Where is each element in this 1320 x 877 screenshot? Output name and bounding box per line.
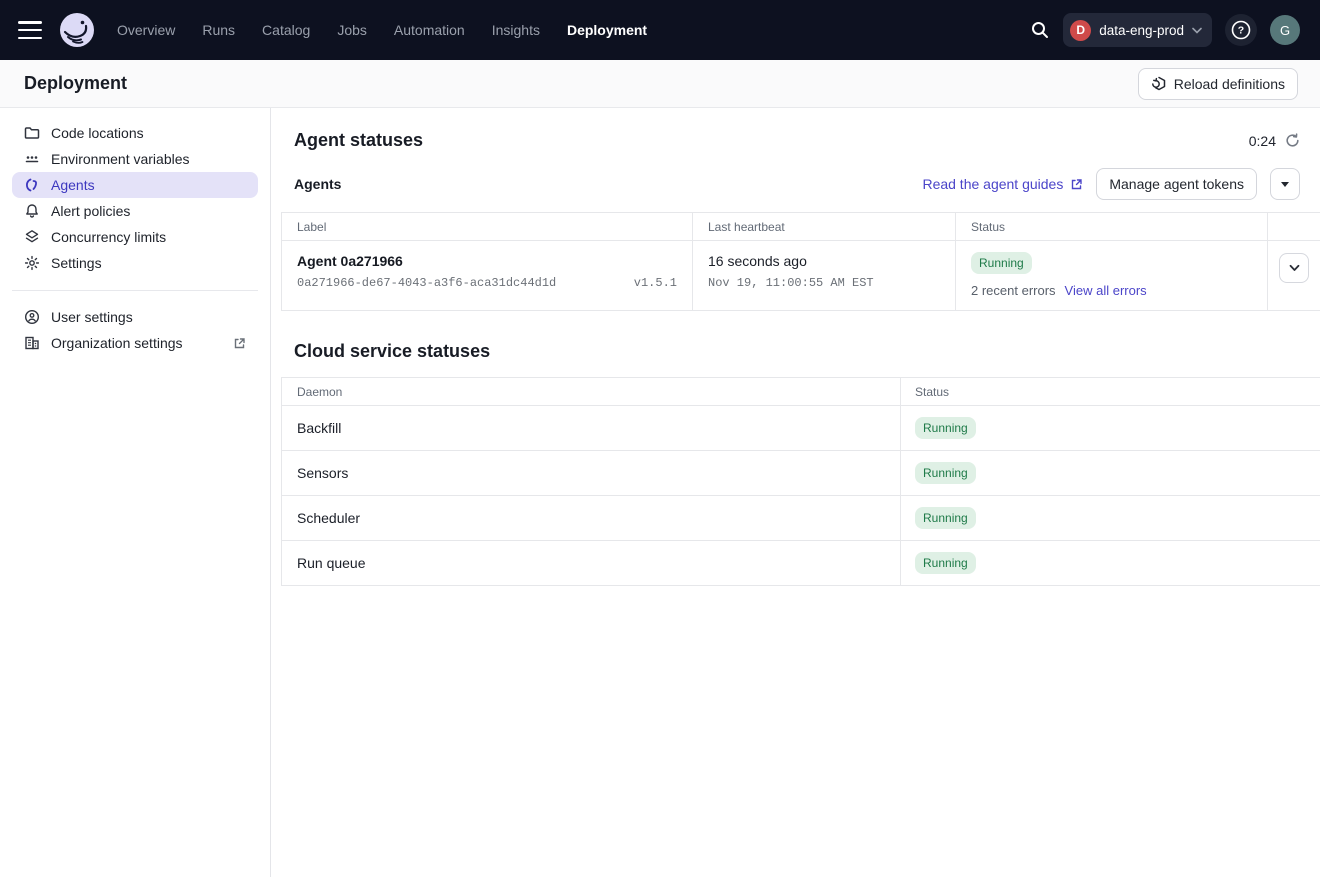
sidebar-item-label: Environment variables bbox=[51, 151, 190, 167]
heartbeat-relative: 16 seconds ago bbox=[708, 253, 940, 269]
agent-statuses-title: Agent statuses bbox=[294, 130, 423, 151]
daemon-row: Scheduler Running bbox=[282, 496, 1320, 541]
avatar[interactable]: G bbox=[1270, 15, 1300, 45]
daemon-row: Sensors Running bbox=[282, 451, 1320, 496]
person-icon bbox=[24, 309, 40, 325]
search-button[interactable] bbox=[1030, 20, 1050, 40]
daemon-row: Backfill Running bbox=[282, 406, 1320, 451]
sidebar-item-label: Organization settings bbox=[51, 335, 183, 351]
folder-icon bbox=[24, 125, 40, 141]
agent-row: Agent 0a271966 0a271966-de67-4043-a3f6-a… bbox=[282, 241, 1320, 311]
sidebar-item-code-locations[interactable]: Code locations bbox=[12, 120, 258, 146]
column-header-status: Status bbox=[956, 213, 1268, 240]
sidebar-item-user-settings[interactable]: User settings bbox=[12, 304, 258, 330]
env-vars-icon bbox=[24, 151, 40, 167]
daemon-row: Run queue Running bbox=[282, 541, 1320, 586]
cloud-services-table: Daemon Status Backfill Running Sensors R… bbox=[281, 377, 1320, 586]
column-header-label: Label bbox=[282, 213, 693, 240]
agent-guides-link-label: Read the agent guides bbox=[922, 176, 1063, 192]
chevron-down-icon bbox=[1192, 27, 1202, 34]
sidebar-item-alert-policies[interactable]: Alert policies bbox=[12, 198, 258, 224]
refresh-icon[interactable] bbox=[1285, 133, 1300, 148]
agents-section-label: Agents bbox=[294, 176, 341, 192]
nav-insights[interactable]: Insights bbox=[492, 22, 540, 38]
svg-text:?: ? bbox=[1238, 25, 1244, 37]
nav-runs[interactable]: Runs bbox=[202, 22, 235, 38]
page-title: Deployment bbox=[24, 73, 127, 94]
agent-icon bbox=[24, 177, 40, 193]
sidebar-item-organization-settings[interactable]: Organization settings bbox=[12, 330, 258, 356]
daemon-name: Backfill bbox=[282, 406, 901, 450]
primary-nav: Overview Runs Catalog Jobs Automation In… bbox=[117, 22, 647, 38]
topnav-right: D data-eng-prod ? G bbox=[1030, 13, 1300, 47]
help-button[interactable]: ? bbox=[1225, 14, 1257, 46]
status-badge: Running bbox=[915, 462, 976, 484]
search-icon bbox=[1030, 20, 1050, 40]
daemon-name: Sensors bbox=[282, 451, 901, 495]
reload-definitions-button[interactable]: Reload definitions bbox=[1138, 68, 1298, 100]
sidebar: Code locations Environment variables Age… bbox=[0, 108, 271, 877]
main-content: Agent statuses 0:24 Agents Read the agen… bbox=[271, 108, 1320, 877]
dagster-logo-icon[interactable] bbox=[59, 12, 95, 48]
expand-agent-row-button[interactable] bbox=[1279, 253, 1309, 283]
sidebar-item-label: Alert policies bbox=[51, 203, 130, 219]
chevron-down-icon bbox=[1289, 264, 1300, 272]
agent-version: v1.5.1 bbox=[634, 276, 677, 290]
sidebar-item-concurrency-limits[interactable]: Concurrency limits bbox=[12, 224, 258, 250]
sidebar-item-label: Agents bbox=[51, 177, 95, 193]
status-badge: Running bbox=[971, 252, 1032, 274]
cloud-services-table-header: Daemon Status bbox=[282, 378, 1320, 406]
refresh-timer: 0:24 bbox=[1249, 133, 1300, 149]
refresh-countdown: 0:24 bbox=[1249, 133, 1276, 149]
status-badge: Running bbox=[915, 417, 976, 439]
agent-guides-link[interactable]: Read the agent guides bbox=[922, 176, 1083, 192]
organization-icon bbox=[24, 335, 40, 351]
sidebar-divider bbox=[12, 290, 258, 291]
nav-deployment[interactable]: Deployment bbox=[567, 22, 647, 38]
reload-definitions-icon bbox=[1151, 76, 1167, 92]
help-icon: ? bbox=[1231, 20, 1251, 40]
sidebar-item-agents[interactable]: Agents bbox=[12, 172, 258, 198]
sidebar-item-settings[interactable]: Settings bbox=[12, 250, 258, 276]
layers-icon bbox=[24, 229, 40, 245]
nav-jobs[interactable]: Jobs bbox=[337, 22, 367, 38]
agent-name: Agent 0a271966 bbox=[297, 253, 677, 269]
caret-down-icon bbox=[1281, 182, 1289, 187]
sidebar-item-environment-variables[interactable]: Environment variables bbox=[12, 146, 258, 172]
sidebar-item-label: User settings bbox=[51, 309, 133, 325]
agents-table: Label Last heartbeat Status Agent 0a2719… bbox=[281, 212, 1320, 311]
deployment-switcher[interactable]: D data-eng-prod bbox=[1063, 13, 1212, 47]
column-header-daemon: Daemon bbox=[282, 378, 901, 405]
nav-automation[interactable]: Automation bbox=[394, 22, 465, 38]
daemon-name: Scheduler bbox=[282, 496, 901, 540]
agent-actions-dropdown-button[interactable] bbox=[1270, 168, 1300, 200]
nav-overview[interactable]: Overview bbox=[117, 22, 175, 38]
recent-errors-text: 2 recent errors bbox=[971, 283, 1056, 298]
page-header: Deployment Reload definitions bbox=[0, 60, 1320, 108]
column-header-status: Status bbox=[901, 378, 1320, 405]
hamburger-menu-icon[interactable] bbox=[18, 21, 42, 39]
deployment-name: data-eng-prod bbox=[1099, 23, 1184, 38]
top-nav: Overview Runs Catalog Jobs Automation In… bbox=[0, 0, 1320, 60]
agents-table-header: Label Last heartbeat Status bbox=[282, 213, 1320, 241]
daemon-name: Run queue bbox=[282, 541, 901, 585]
sidebar-item-label: Settings bbox=[51, 255, 102, 271]
nav-catalog[interactable]: Catalog bbox=[262, 22, 310, 38]
column-header-last-heartbeat: Last heartbeat bbox=[693, 213, 956, 240]
agent-uuid: 0a271966-de67-4043-a3f6-aca31dc44d1d bbox=[297, 276, 556, 290]
gear-icon bbox=[24, 255, 40, 271]
manage-agent-tokens-button[interactable]: Manage agent tokens bbox=[1096, 168, 1257, 200]
external-link-icon bbox=[1070, 178, 1083, 191]
external-link-icon bbox=[233, 337, 246, 350]
status-badge: Running bbox=[915, 552, 976, 574]
deployment-initial-badge: D bbox=[1070, 20, 1091, 41]
status-badge: Running bbox=[915, 507, 976, 529]
view-all-errors-link[interactable]: View all errors bbox=[1065, 283, 1147, 298]
cloud-service-statuses-title: Cloud service statuses bbox=[281, 311, 1320, 377]
heartbeat-timestamp: Nov 19, 11:00:55 AM EST bbox=[708, 276, 940, 290]
sidebar-item-label: Code locations bbox=[51, 125, 144, 141]
bell-icon bbox=[24, 203, 40, 219]
reload-definitions-label: Reload definitions bbox=[1174, 76, 1285, 92]
sidebar-item-label: Concurrency limits bbox=[51, 229, 166, 245]
